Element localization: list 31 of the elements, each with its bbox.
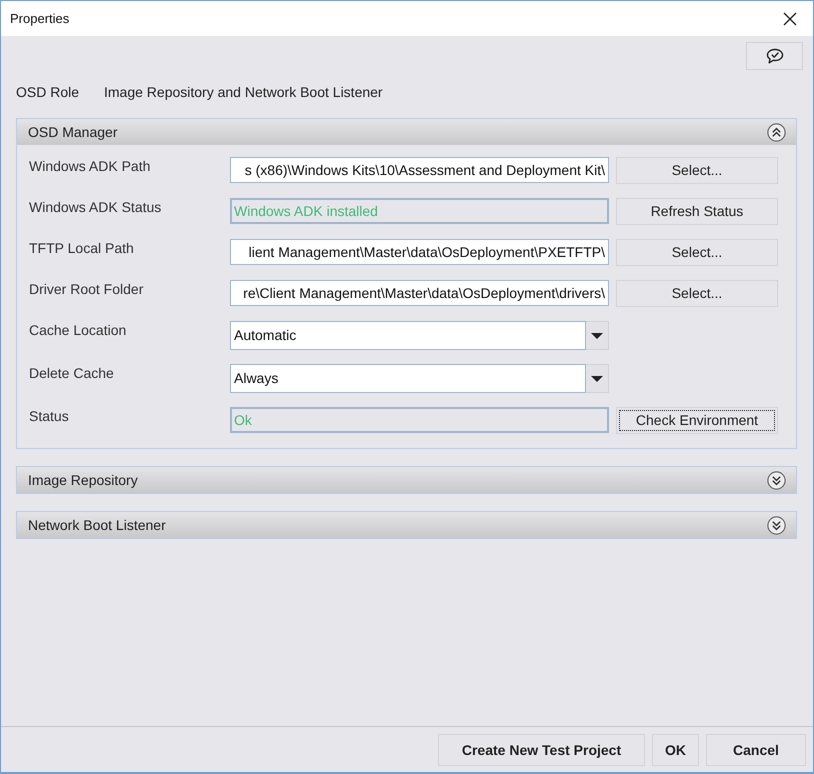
- field-label: Windows ADK Path: [29, 157, 152, 175]
- path-field[interactable]: re\Client Management\Master\data\OsDeployment\drivers\: [230, 280, 609, 306]
- field-label: Driver Root Folder: [29, 280, 144, 298]
- action-button[interactable]: Check Environment: [616, 407, 778, 434]
- cancel-button[interactable]: Cancel: [706, 734, 806, 766]
- select-button[interactable]: Select...: [616, 280, 778, 307]
- window-title: Properties: [10, 10, 70, 28]
- section-header[interactable]: Image Repository: [17, 467, 796, 493]
- dropdown-arrow-icon: [591, 332, 603, 338]
- path-field[interactable]: s (x86)\Windows Kits\10\Assessment and Deployment Kit\: [230, 157, 609, 183]
- section-header[interactable]: Network Boot Listener: [17, 512, 796, 538]
- section-header[interactable]: OSD Manager: [17, 119, 796, 145]
- field-label: Delete Cache: [29, 364, 115, 382]
- status-field: Windows ADK installed: [230, 198, 609, 224]
- action-button[interactable]: Refresh Status: [616, 198, 778, 225]
- field-label: Windows ADK Status: [29, 198, 162, 216]
- dropdown-arrow-icon: [591, 376, 603, 382]
- role-value: Image Repository and Network Boot Listener: [104, 84, 383, 101]
- field-label: Status: [29, 407, 70, 425]
- chat-bubble-check-icon: [766, 48, 784, 64]
- select-button[interactable]: Select...: [616, 239, 778, 266]
- create-project-button[interactable]: Create New Test Project: [438, 734, 645, 766]
- close-icon: [783, 12, 797, 26]
- select-button[interactable]: Select...: [616, 157, 778, 184]
- field-label: TFTP Local Path: [29, 239, 135, 257]
- path-field[interactable]: lient Management\Master\data\OsDeployment\PXETFTP\: [230, 239, 609, 265]
- field-label: Cache Location: [29, 321, 128, 339]
- role-label: OSD Role: [16, 84, 80, 101]
- status-field: Ok: [230, 407, 609, 433]
- feedback-button[interactable]: [746, 42, 803, 70]
- ok-button[interactable]: OK: [652, 734, 699, 766]
